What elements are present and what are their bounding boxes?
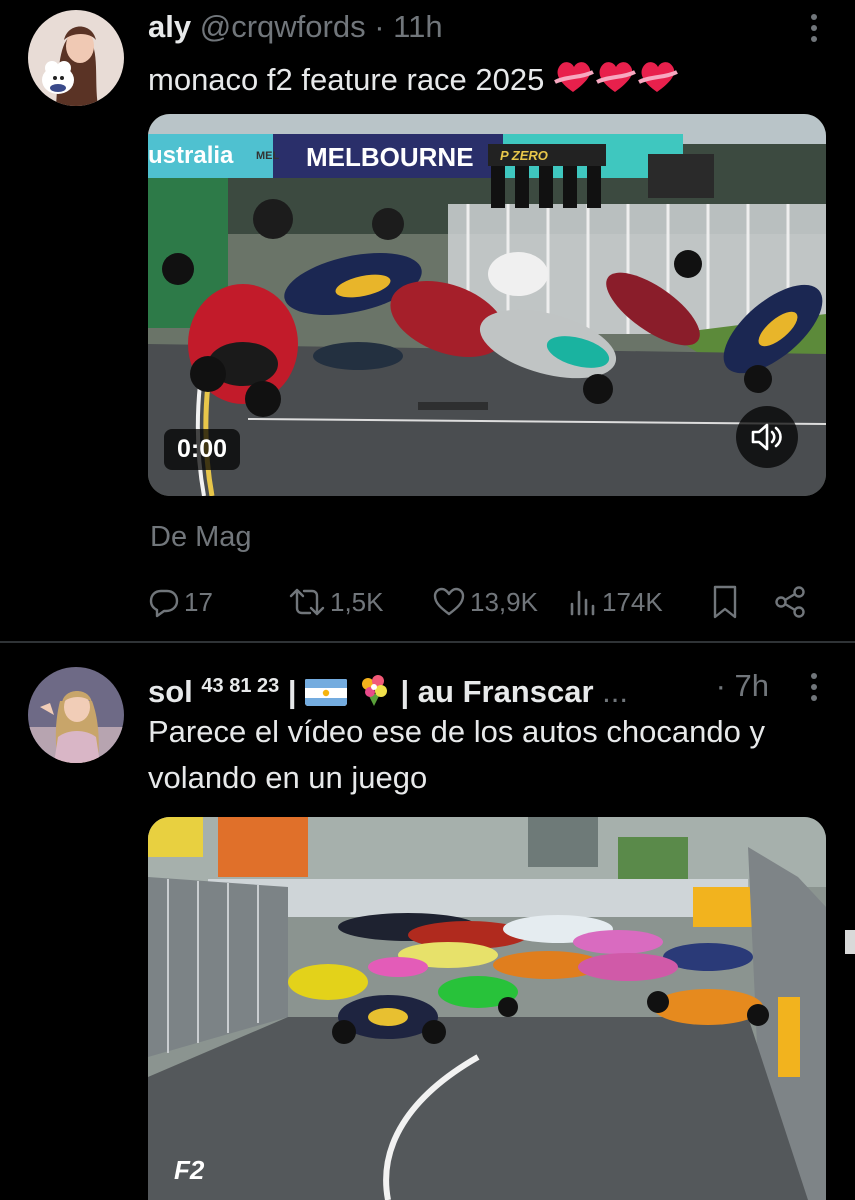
media-source[interactable]: De Mag: [150, 521, 252, 554]
tweet-text: monaco f2 feature race 2025: [148, 56, 683, 111]
repost-button[interactable]: 1,5K: [288, 582, 384, 622]
board-small-text: MEL: [256, 150, 280, 162]
more-icon[interactable]: [809, 673, 819, 707]
views-count: 174K: [602, 586, 663, 617]
tweet-2[interactable]: sol 43 81 23 | | au Franscar ... · 7h Pa…: [0, 643, 855, 1200]
avatar[interactable]: [28, 667, 124, 763]
like-button[interactable]: 13,9K: [432, 582, 538, 622]
display-name[interactable]: aly: [148, 9, 191, 44]
display-name[interactable]: sol: [148, 674, 193, 709]
volume-icon[interactable]: [736, 406, 798, 468]
more-icon[interactable]: [809, 14, 819, 48]
name-ellipsis: ...: [602, 674, 629, 709]
avatar[interactable]: [28, 10, 124, 106]
tweet-header: aly @crqwfords · 11h: [148, 8, 443, 46]
tweet-text: Parece el vídeo ese de los autos chocand…: [148, 714, 765, 795]
tweet-actions: 17 1,5K 13,9K 174K: [148, 582, 818, 622]
name-superscript: 43 81 23: [201, 675, 280, 697]
bouquet-emoji-icon: [356, 672, 392, 708]
video-player[interactable]: ustralia MEL MELBOURNE P ZERO 0:00: [148, 114, 826, 496]
board-right-text: MELBOURNE: [306, 142, 474, 172]
f2-logo: F2: [174, 1155, 205, 1185]
repost-icon: [288, 586, 326, 618]
bookmark-icon: [710, 584, 740, 620]
name-separator-2: |: [400, 674, 410, 709]
reply-count: 17: [184, 586, 213, 617]
repost-count: 1,5K: [330, 586, 384, 617]
views-button[interactable]: 174K: [568, 582, 663, 622]
share-icon: [774, 585, 808, 619]
like-count: 13,9K: [470, 586, 538, 617]
video-timer: 0:00: [164, 429, 241, 470]
heart-emoji-icon: [553, 56, 683, 111]
pzero-text: P ZERO: [500, 148, 548, 163]
timestamp[interactable]: · 7h: [716, 667, 769, 705]
share-button[interactable]: [774, 582, 808, 622]
display-name-rest[interactable]: au Franscar: [418, 674, 594, 709]
reply-icon: [148, 586, 180, 618]
bookmark-button[interactable]: [710, 582, 740, 622]
separator-dot: ·: [374, 9, 385, 44]
video-frame: [148, 817, 826, 1200]
like-icon: [432, 586, 466, 618]
tweet-header: sol 43 81 23 | | au Franscar ...: [148, 667, 628, 711]
tweet-text-content: monaco f2 feature race 2025: [148, 62, 545, 97]
timestamp[interactable]: 11h: [393, 9, 442, 44]
user-handle[interactable]: @crqwfords: [200, 9, 366, 44]
avatar-image: [28, 10, 124, 106]
argentina-flag-icon: [305, 678, 348, 706]
separator-dot: ·: [715, 668, 726, 703]
timestamp-value: 7h: [734, 668, 769, 703]
reply-button[interactable]: 17: [148, 582, 213, 622]
avatar-image: [28, 667, 124, 763]
video-frame: [148, 114, 826, 496]
name-separator: |: [287, 674, 297, 709]
board-left-text: ustralia: [148, 142, 234, 169]
scrollbar-thumb[interactable]: [845, 930, 855, 954]
tweet-1[interactable]: aly @crqwfords · 11h monaco f2 feature r…: [0, 0, 855, 642]
video-player[interactable]: F2: [148, 817, 826, 1200]
views-icon: [568, 586, 598, 618]
